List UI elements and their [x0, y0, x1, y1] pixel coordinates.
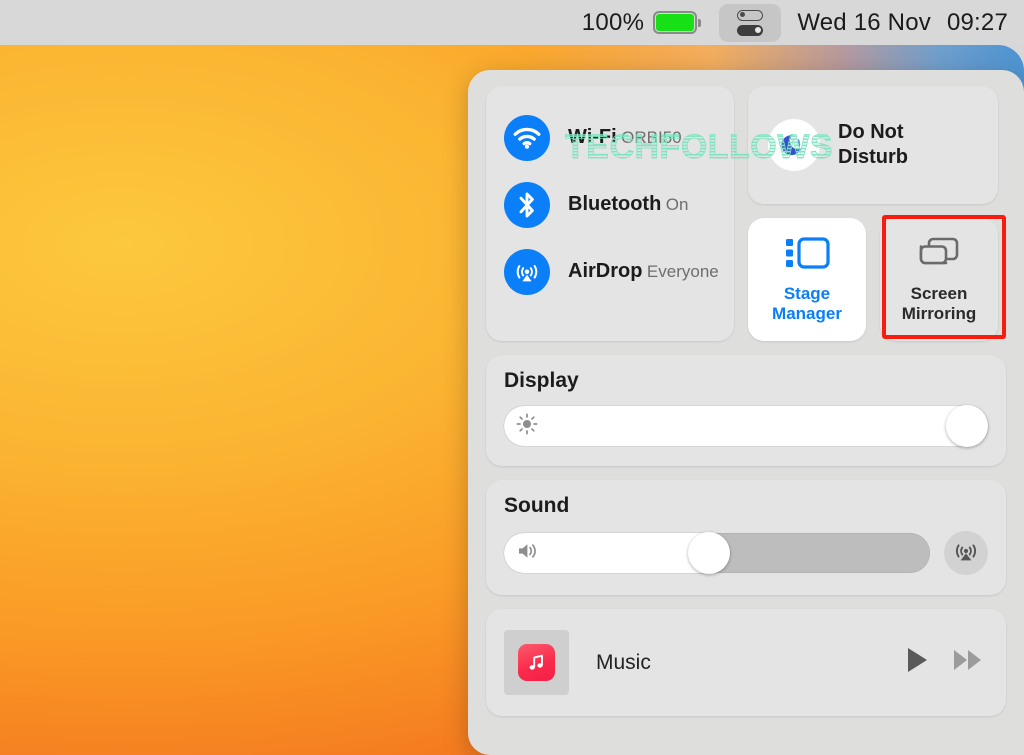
menu-bar: 100% Wed 16 Nov 09:27 — [0, 0, 1024, 45]
display-brightness-slider[interactable] — [504, 405, 988, 447]
airdrop-title: AirDrop — [568, 259, 643, 282]
toggle-off-icon — [737, 9, 764, 21]
sound-module: Sound — [486, 480, 1006, 595]
airdrop-icon — [504, 248, 550, 295]
music-app-icon — [518, 644, 555, 681]
bluetooth-row[interactable]: Bluetooth On — [486, 171, 734, 238]
display-title: Display — [504, 369, 579, 392]
screen-mirroring-label-line2: Mirroring — [901, 303, 977, 323]
do-not-disturb-label: Do Not Disturb — [838, 120, 908, 170]
wifi-row[interactable]: Wi-Fi ORBI50 — [486, 104, 734, 171]
speaker-volume-icon — [516, 541, 540, 566]
screen-mirroring-label-line1: Screen — [910, 283, 968, 303]
stage-manager-label: Stage Manager — [772, 284, 842, 323]
connectivity-module: Wi-Fi ORBI50 Bluetooth On AirDrop Everyo… — [486, 86, 734, 341]
wifi-icon — [504, 114, 550, 161]
screen: 100% Wed 16 Nov 09:27 Wi-Fi ORBI50 Bluet… — [0, 0, 1024, 755]
play-icon[interactable] — [904, 646, 930, 679]
control-center-menu-icon[interactable] — [719, 3, 782, 42]
battery-status-item[interactable]: 100% — [582, 9, 702, 37]
wifi-title: Wi-Fi — [568, 125, 617, 148]
display-slider-knob[interactable] — [946, 405, 988, 447]
airplay-audio-icon — [952, 537, 980, 570]
airplay-audio-button[interactable] — [944, 531, 988, 575]
bluetooth-status: On — [665, 194, 689, 214]
dnd-label-line2: Disturb — [838, 146, 908, 168]
stage-manager-label-line1: Stage — [783, 283, 831, 303]
sound-volume-slider[interactable] — [504, 532, 930, 574]
bluetooth-title: Bluetooth — [568, 192, 662, 215]
battery-icon — [653, 10, 702, 35]
fast-forward-icon[interactable] — [952, 647, 984, 678]
stage-manager-label-line2: Manager — [772, 303, 842, 323]
dnd-label-line1: Do Not — [838, 121, 904, 143]
sound-slider-knob[interactable] — [687, 532, 730, 574]
control-center-panel: Wi-Fi ORBI50 Bluetooth On AirDrop Everyo… — [468, 70, 1024, 755]
bluetooth-icon — [504, 181, 550, 228]
menubar-time[interactable]: 09:27 — [947, 9, 1008, 37]
toggle-on-icon — [737, 24, 764, 36]
screen-mirroring-label: Screen Mirroring — [902, 284, 977, 323]
menubar-date[interactable]: Wed 16 Nov — [797, 9, 931, 37]
music-app-name: Music — [596, 650, 651, 674]
brightness-sun-icon — [516, 413, 538, 440]
music-module[interactable]: Music — [486, 609, 1006, 716]
battery-percent-label: 100% — [581, 8, 645, 36]
right-tile-column: Do Not Disturb Stage Manager Screen Mirr… — [748, 86, 998, 341]
airdrop-status: Everyone — [646, 261, 719, 281]
screen-mirroring-icon — [917, 236, 961, 275]
wifi-status: ORBI50 — [621, 127, 682, 147]
airdrop-row[interactable]: AirDrop Everyone — [486, 238, 734, 305]
display-module: Display — [486, 355, 1006, 466]
stage-manager-tile[interactable]: Stage Manager — [748, 218, 866, 341]
screen-mirroring-tile[interactable]: Screen Mirroring — [880, 218, 998, 341]
sound-title: Sound — [504, 494, 570, 517]
do-not-disturb-tile[interactable]: Do Not Disturb — [748, 86, 998, 204]
moon-icon — [768, 119, 820, 171]
album-artwork-placeholder — [504, 630, 569, 695]
stage-manager-icon — [784, 236, 830, 275]
